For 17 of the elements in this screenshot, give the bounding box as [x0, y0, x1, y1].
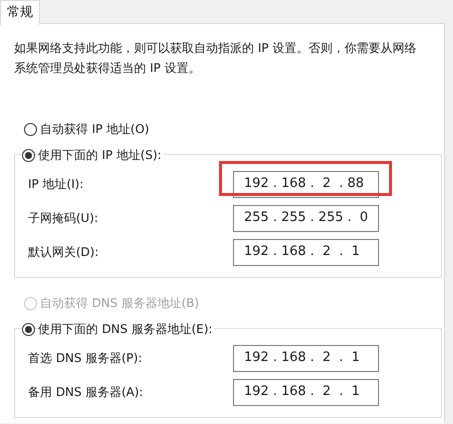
radio-label[interactable]: 自动获得 IP 地址(O): [40, 120, 152, 138]
description-text: 如果网络支持此功能，则可以获取自动指派的 IP 设置。否则，你需要从网络系统管理员处获得适当的 IP 设置。: [14, 40, 418, 77]
radio-label[interactable]: 使用下面的 DNS 服务器地址(E):: [38, 320, 214, 338]
radio-button[interactable]: [24, 122, 37, 136]
field-label: 子网掩码(U):: [28, 210, 100, 227]
general-tab[interactable]: 常规: [0, 0, 40, 25]
radio-button[interactable]: [22, 322, 35, 336]
ip-address-field[interactable]: 192 . 168 . 2 . 1: [233, 378, 379, 406]
ip-address-field[interactable]: 255 . 255 . 255 . 0: [233, 204, 379, 232]
field-label: 备用 DNS 服务器(A):: [28, 384, 144, 401]
radio-label[interactable]: 使用下面的 IP 地址(S):: [38, 146, 164, 164]
radio-button[interactable]: [22, 148, 35, 162]
ip-address-field[interactable]: 192 . 168 . 2 . 1: [233, 344, 379, 372]
ip-address-field[interactable]: 192 . 168 . 2 . 1: [233, 238, 379, 266]
field-label: 默认网关(D):: [28, 244, 100, 261]
field-label: 首选 DNS 服务器(P):: [28, 350, 144, 367]
field-label: IP 地址(I):: [28, 176, 85, 193]
